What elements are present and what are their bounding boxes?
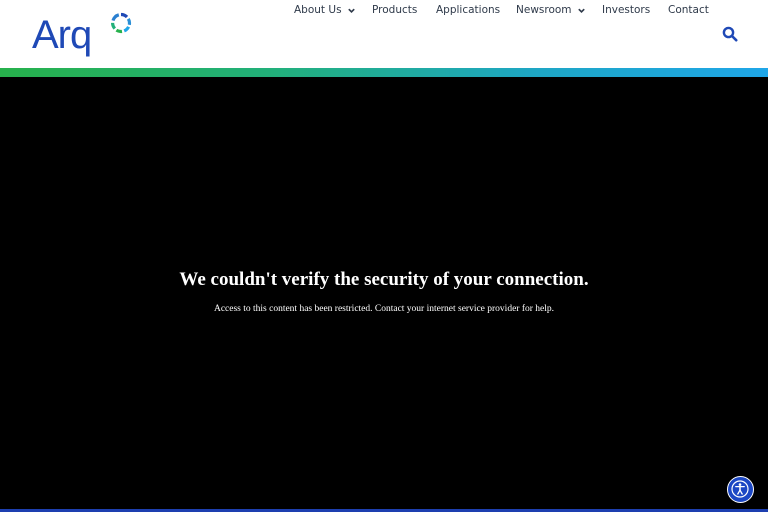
nav-label: Contact <box>668 4 709 16</box>
nav-item-investors[interactable]: Investors <box>602 4 650 16</box>
nav-item-products[interactable]: Products <box>372 4 417 16</box>
logo-wordmark: Arq <box>32 13 92 57</box>
nav-item-about-us[interactable]: About Us <box>294 4 356 16</box>
error-title: We couldn't verify the security of your … <box>179 269 589 290</box>
error-subtitle: Access to this content has been restrict… <box>213 304 555 314</box>
nav-label: Products <box>372 4 418 16</box>
main-content: We couldn't verify the security of your … <box>0 77 768 509</box>
nav-item-newsroom[interactable]: Newsroom <box>516 4 586 16</box>
accessibility-icon <box>731 480 749 498</box>
logo-ring-icon <box>111 12 132 34</box>
nav-label: Applications <box>436 4 501 16</box>
site-header: Arq About Us Products Applications Newsr… <box>0 0 768 68</box>
accessibility-button[interactable] <box>727 476 754 503</box>
search-icon[interactable] <box>722 26 738 42</box>
site-logo[interactable]: Arq <box>32 12 132 58</box>
nav-label: Newsroom <box>516 4 572 16</box>
nav-label: Investors <box>602 4 651 16</box>
chevron-down-icon <box>577 8 585 13</box>
nav-item-applications[interactable]: Applications <box>436 4 500 16</box>
nav-label: About Us <box>294 4 342 16</box>
chevron-down-icon <box>347 8 355 13</box>
nav-item-contact[interactable]: Contact <box>668 4 709 16</box>
header-gradient-bar <box>0 68 768 77</box>
